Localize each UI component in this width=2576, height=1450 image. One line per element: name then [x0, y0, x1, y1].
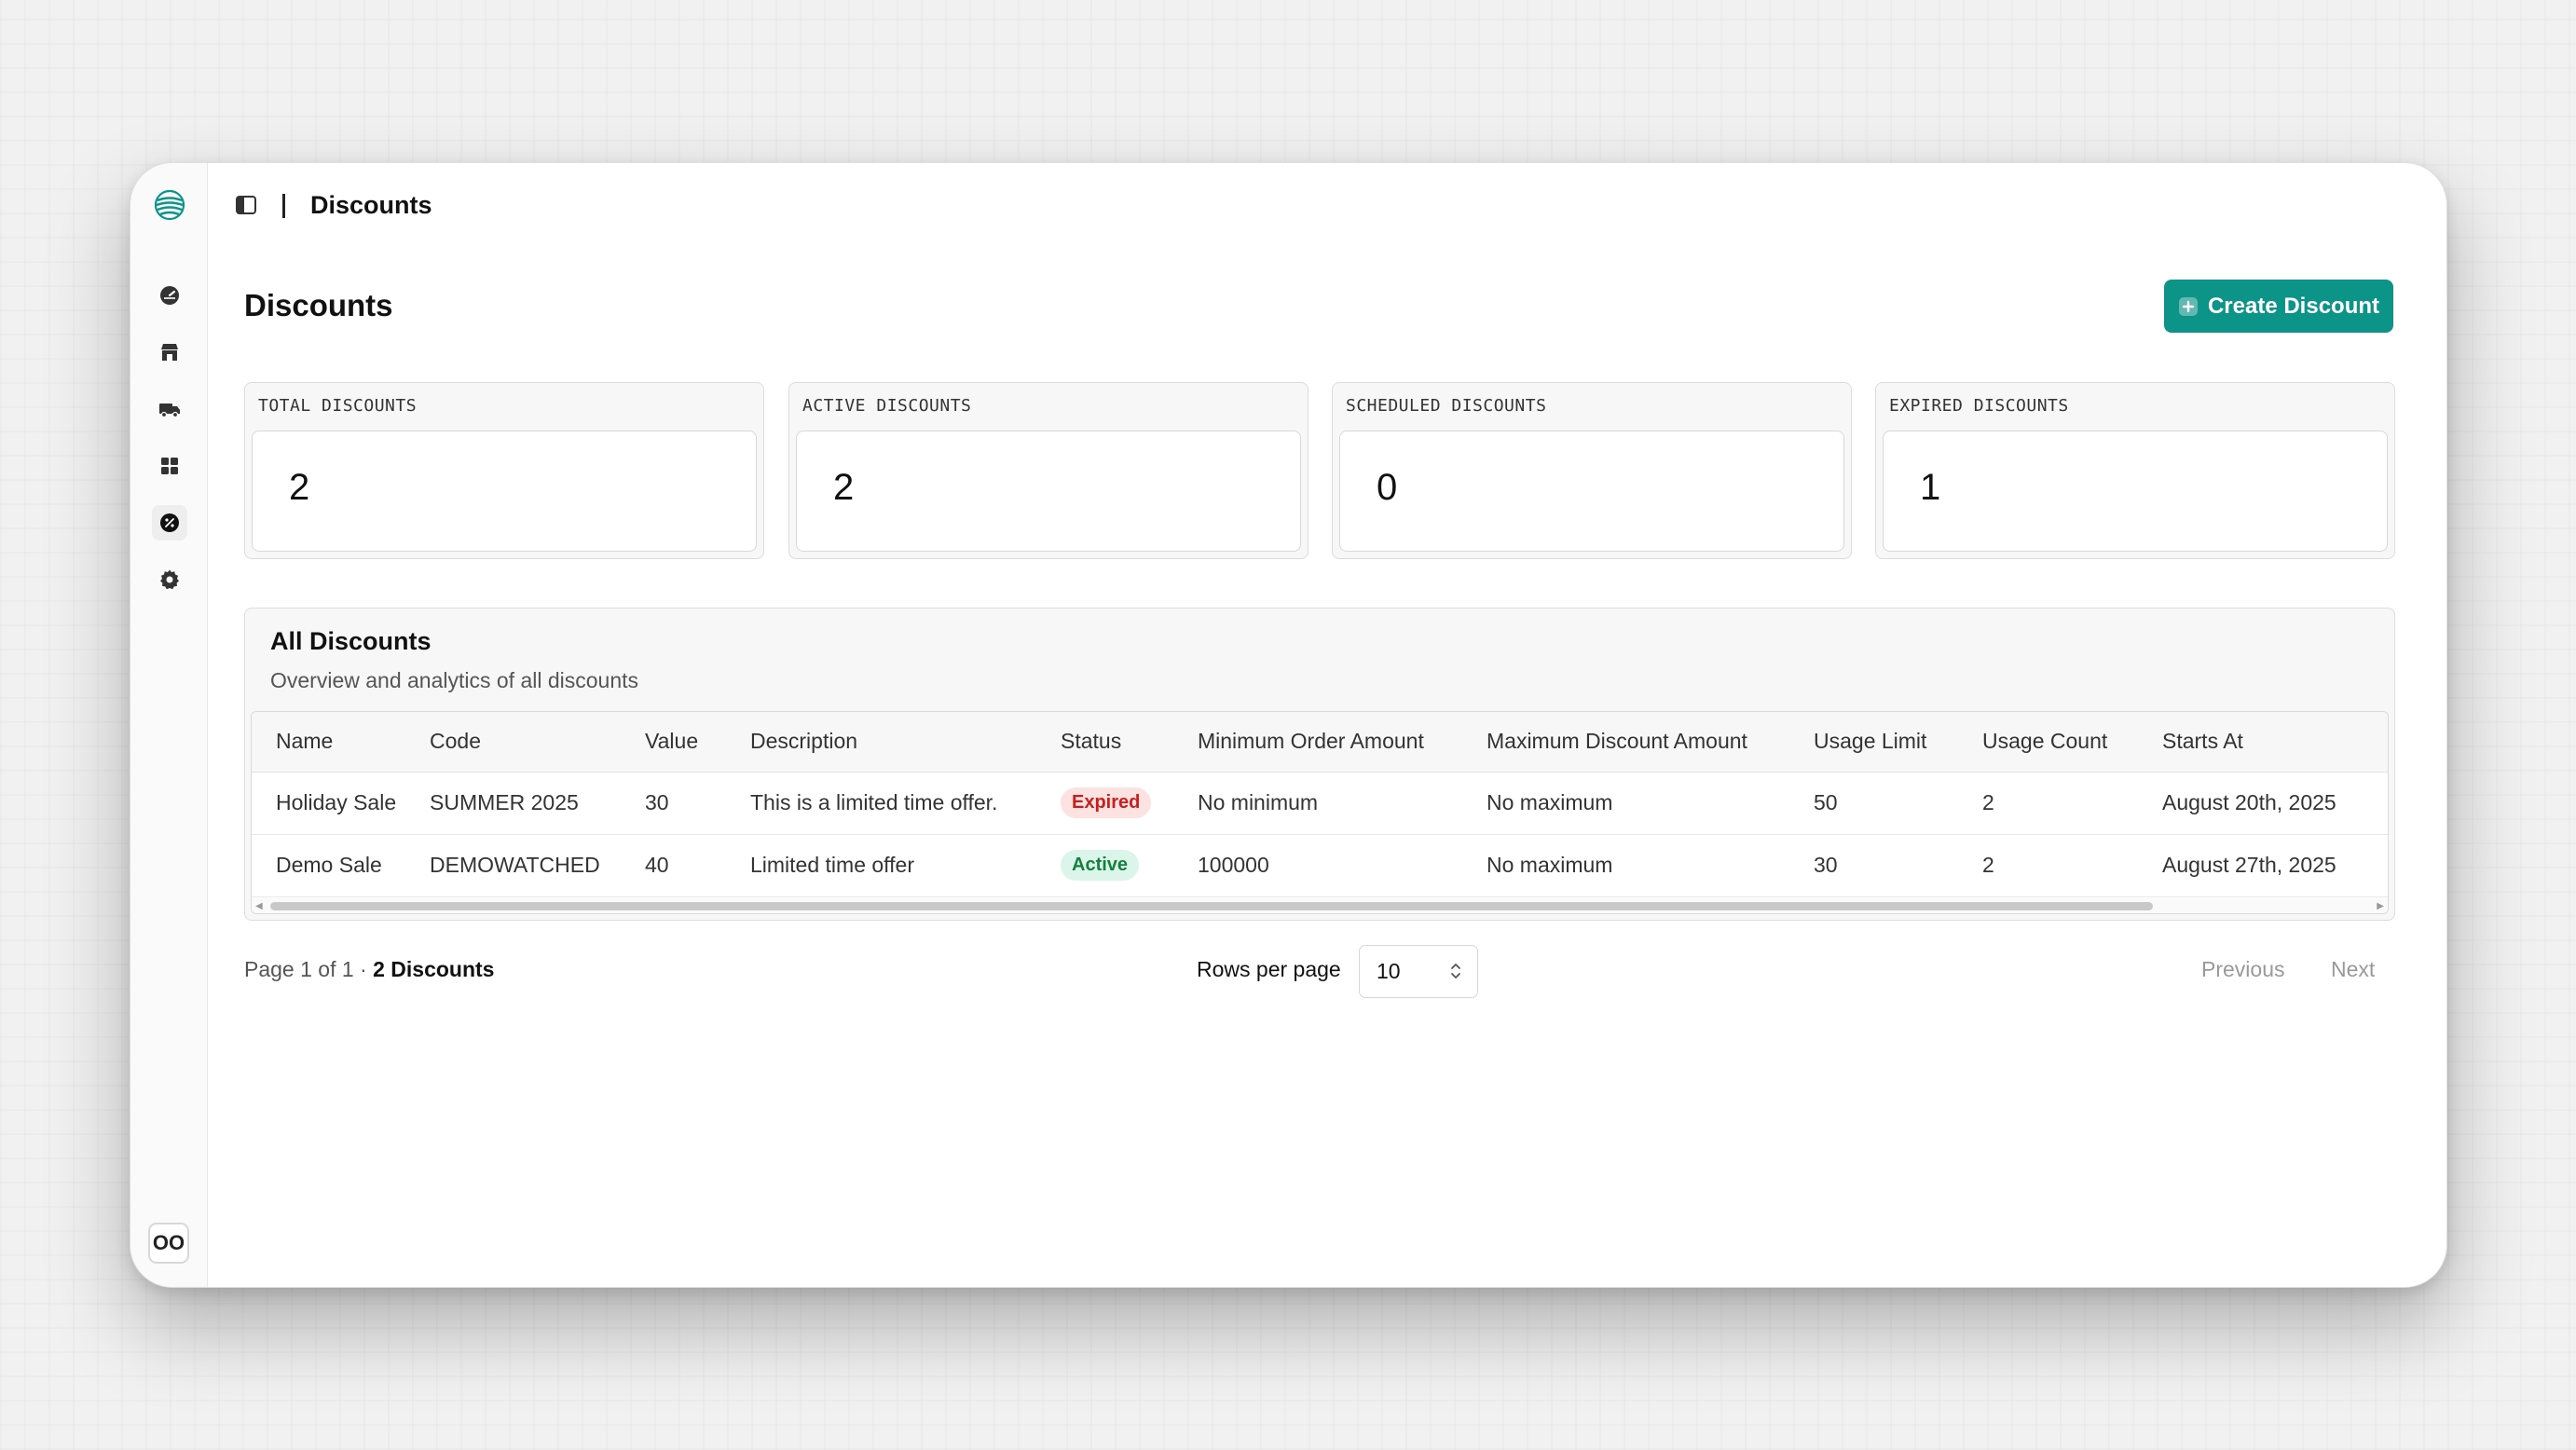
sidebar: OO — [130, 163, 208, 1287]
column-header-description[interactable]: Description — [750, 712, 1061, 772]
cell-usage-count: 2 — [1982, 853, 1994, 877]
previous-page-button[interactable]: Previous — [2201, 957, 2284, 982]
stat-label: ACTIVE DISCOUNTS — [802, 396, 972, 416]
table-scroll-area[interactable]: Name Code Value Description Status Minim… — [251, 711, 2389, 914]
cell-value: 40 — [645, 853, 669, 877]
cell-minimum-order: 100000 — [1198, 853, 1269, 877]
dashboard-icon[interactable] — [152, 278, 187, 313]
table-header-row: Name Code Value Description Status Minim… — [252, 712, 2388, 772]
table-title: All Discounts — [270, 627, 432, 655]
scrollbar-thumb[interactable] — [270, 902, 2153, 910]
cell-code: DEMOWATCHED — [430, 853, 600, 877]
stat-card-active: ACTIVE DISCOUNTS 2 — [788, 382, 1309, 559]
next-page-button[interactable]: Next — [2331, 957, 2375, 982]
app-window: OO Discounts Discounts Create Discount T… — [130, 162, 2447, 1288]
stat-value-box: 1 — [1883, 431, 2388, 552]
user-badge[interactable]: OO — [148, 1223, 189, 1264]
app-logo-icon[interactable] — [153, 188, 186, 222]
cell-usage-limit: 30 — [1814, 853, 1838, 877]
stat-value: 2 — [833, 467, 855, 508]
column-header-maximum-discount[interactable]: Maximum Discount Amount — [1487, 712, 1814, 772]
stat-value: 0 — [1377, 467, 1398, 508]
cell-maximum-discount: No maximum — [1487, 790, 1613, 814]
create-discount-label: Create Discount — [2207, 293, 2380, 319]
delivery-truck-icon[interactable] — [152, 391, 187, 427]
discount-icon[interactable] — [152, 505, 187, 540]
discounts-table: Name Code Value Description Status Minim… — [252, 712, 2388, 897]
stat-value: 2 — [289, 467, 310, 508]
pagination-info: Page 1 of 1 · 2 Discounts — [244, 957, 494, 982]
cell-minimum-order: No minimum — [1198, 790, 1319, 814]
discount-count: 2 Discounts — [373, 957, 495, 981]
chevron-up-down-icon — [1451, 964, 1460, 978]
column-header-starts-at[interactable]: Starts At — [2162, 712, 2388, 772]
cell-maximum-discount: No maximum — [1487, 853, 1613, 877]
column-header-name[interactable]: Name — [252, 712, 430, 772]
column-header-minimum-order[interactable]: Minimum Order Amount — [1198, 712, 1487, 772]
discounts-table-panel: All Discounts Overview and analytics of … — [244, 608, 2395, 921]
table-row[interactable]: Holiday Sale SUMMER 2025 30 This is a li… — [252, 772, 2388, 834]
stat-value: 1 — [1920, 467, 1941, 508]
stat-label: SCHEDULED DISCOUNTS — [1346, 396, 1547, 416]
cell-usage-limit: 50 — [1814, 790, 1838, 814]
plus-square-icon — [2178, 296, 2198, 316]
scroll-left-icon[interactable]: ◀ — [255, 901, 263, 911]
cell-status: Active — [1061, 834, 1198, 896]
page-text: Page 1 of 1 · — [244, 957, 374, 981]
cell-starts-at: August 27th, 2025 — [2162, 853, 2336, 877]
cell-name: Demo Sale — [276, 853, 382, 877]
column-header-code[interactable]: Code — [430, 712, 645, 772]
cell-starts-at: August 20th, 2025 — [2162, 790, 2336, 814]
rows-per-page-select[interactable]: 10 — [1359, 945, 1478, 998]
stat-value-box: 0 — [1339, 431, 1844, 552]
stat-card-total: TOTAL DISCOUNTS 2 — [244, 382, 764, 559]
column-header-usage-limit[interactable]: Usage Limit — [1814, 712, 1982, 772]
create-discount-button[interactable]: Create Discount — [2164, 280, 2393, 333]
table-row[interactable]: Demo Sale DEMOWATCHED 40 Limited time of… — [252, 834, 2388, 896]
cell-code: SUMMER 2025 — [430, 790, 579, 814]
settings-icon[interactable] — [152, 562, 187, 597]
cell-description: This is a limited time offer. — [750, 790, 998, 814]
table-subtitle: Overview and analytics of all discounts — [270, 668, 639, 692]
cell-value: 30 — [645, 790, 669, 814]
stat-label: EXPIRED DISCOUNTS — [1889, 396, 2069, 416]
cell-name: Holiday Sale — [276, 790, 397, 814]
stat-card-expired: EXPIRED DISCOUNTS 1 — [1875, 382, 2395, 559]
status-badge: Active — [1061, 850, 1140, 881]
stat-label: TOTAL DISCOUNTS — [258, 396, 418, 416]
cell-usage-count: 2 — [1982, 790, 1994, 814]
stat-value-box: 2 — [796, 431, 1301, 552]
column-header-status[interactable]: Status — [1061, 712, 1198, 772]
column-header-usage-count[interactable]: Usage Count — [1982, 712, 2162, 772]
scroll-right-icon[interactable]: ▶ — [2377, 901, 2384, 911]
breadcrumb[interactable]: Discounts — [310, 191, 432, 220]
status-badge: Expired — [1061, 787, 1152, 818]
page-title: Discounts — [244, 288, 393, 322]
cell-description: Limited time offer — [750, 853, 914, 877]
grid-icon[interactable] — [152, 448, 187, 484]
column-header-value[interactable]: Value — [645, 712, 750, 772]
stat-card-scheduled: SCHEDULED DISCOUNTS 0 — [1332, 382, 1852, 559]
store-icon[interactable] — [152, 335, 187, 370]
top-bar: Discounts — [208, 163, 2446, 247]
rows-per-page-label: Rows per page — [1197, 957, 1341, 981]
horizontal-scrollbar[interactable]: ◀ ▶ — [252, 898, 2388, 913]
stat-value-box: 2 — [252, 431, 757, 552]
rows-per-page-value: 10 — [1377, 959, 1401, 983]
breadcrumb-divider — [282, 194, 285, 218]
cell-status: Expired — [1061, 772, 1198, 834]
sidebar-toggle-icon[interactable] — [234, 193, 258, 217]
